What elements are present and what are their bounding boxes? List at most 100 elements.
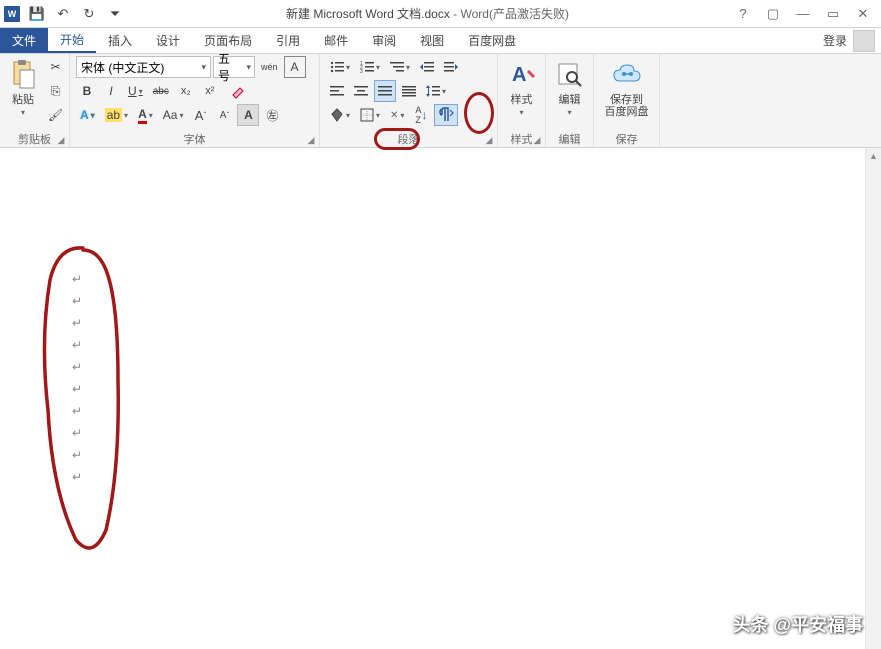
paragraph-mark: ↵	[72, 334, 82, 356]
styles-launcher[interactable]: ◢	[531, 134, 543, 146]
tab-baidu-netdisk[interactable]: 百度网盘	[456, 28, 528, 53]
font-size-combo[interactable]: 五号	[213, 56, 255, 78]
group-editing: 编辑 ▾ 编辑	[546, 54, 594, 147]
bold-button[interactable]: B	[76, 80, 98, 102]
clipboard-launcher[interactable]: ◢	[55, 134, 67, 146]
subscript-button[interactable]: x₂	[175, 80, 197, 102]
paste-button[interactable]: 粘贴 ▾	[6, 56, 40, 119]
paragraph-mark: ↵	[72, 400, 82, 422]
tab-design[interactable]: 设计	[144, 28, 192, 53]
align-center-button[interactable]	[350, 80, 372, 102]
show-hide-marks-button[interactable]	[434, 104, 458, 126]
paragraph-launcher[interactable]: ◢	[483, 134, 495, 146]
paragraph-mark: ↵	[72, 378, 82, 400]
save-button[interactable]: 💾	[26, 3, 48, 25]
paste-icon	[10, 58, 36, 92]
minimize-button[interactable]: —	[789, 3, 817, 25]
strikethrough-button[interactable]: abc	[149, 80, 173, 102]
borders-button[interactable]	[356, 104, 384, 126]
ribbon: 粘贴 ▾ ✂ ⎘ 🖌 剪贴板 ◢ 宋体 (中文正文) 五号 wén A	[0, 54, 881, 148]
tab-references[interactable]: 引用	[264, 28, 312, 53]
char-border-button[interactable]: A	[284, 56, 306, 78]
paragraph-mark: ↵	[72, 466, 82, 488]
find-icon	[556, 58, 584, 92]
account-login[interactable]: 登录	[813, 28, 881, 53]
underline-button[interactable]: U	[124, 80, 147, 102]
scroll-up-arrow-icon[interactable]: ▲	[866, 148, 881, 164]
styles-button[interactable]: A 样式 ▾	[504, 56, 540, 119]
group-paragraph: 123 ✕ AZ↓	[320, 54, 498, 147]
italic-button[interactable]: I	[100, 80, 122, 102]
increase-indent-button[interactable]	[440, 56, 462, 78]
app-name-suffix: - Word(产品激活失败)	[450, 7, 569, 21]
sort-button[interactable]: AZ↓	[410, 104, 432, 126]
enclose-char-button[interactable]: ㊧	[261, 104, 283, 126]
shading-button[interactable]	[326, 104, 354, 126]
font-color-button[interactable]: A	[134, 104, 157, 126]
line-spacing-button[interactable]	[422, 80, 450, 102]
tab-mailings[interactable]: 邮件	[312, 28, 360, 53]
editing-label: 编辑	[559, 94, 581, 106]
page-canvas[interactable]: ↵↵↵↵↵↵↵↵↵↵	[0, 148, 881, 649]
tab-insert[interactable]: 插入	[96, 28, 144, 53]
redo-button[interactable]: ↻	[78, 3, 100, 25]
quick-access-toolbar: 💾 ↶ ↻ ⏷	[26, 3, 126, 25]
cut-button[interactable]: ✂	[44, 56, 67, 78]
svg-text:3: 3	[360, 69, 363, 73]
group-save-label: 保存	[600, 131, 653, 147]
tab-review[interactable]: 审阅	[360, 28, 408, 53]
copy-button[interactable]: ⎘	[44, 80, 67, 102]
title-bar: W 💾 ↶ ↻ ⏷ 新建 Microsoft Word 文档.docx - Wo…	[0, 0, 881, 28]
group-font-label: 字体	[76, 131, 313, 147]
styles-label: 样式	[511, 94, 533, 106]
paste-label: 粘贴	[12, 94, 34, 106]
highlight-button[interactable]: ab	[101, 104, 132, 126]
user-avatar-icon	[853, 30, 875, 52]
align-left-button[interactable]	[326, 80, 348, 102]
ribbon-display-button[interactable]: ▢	[759, 3, 787, 25]
asian-layout-button[interactable]: ✕	[386, 104, 408, 126]
format-painter-button[interactable]: 🖌	[44, 104, 67, 126]
svg-text:A: A	[512, 64, 526, 86]
text-effects-button[interactable]: A	[76, 104, 99, 126]
decrease-indent-button[interactable]	[416, 56, 438, 78]
paragraph-mark: ↵	[72, 312, 82, 334]
group-clipboard: 粘贴 ▾ ✂ ⎘ 🖌 剪贴板 ◢	[0, 54, 70, 147]
paragraph-mark: ↵	[72, 290, 82, 312]
window-controls: ? ▢ — ▭ ✕	[729, 3, 881, 25]
group-styles: A 样式 ▾ 样式 ◢	[498, 54, 546, 147]
document-workspace: ↵↵↵↵↵↵↵↵↵↵ ▲ 头条 @平安福事	[0, 148, 881, 649]
phonetic-guide-button[interactable]: wén	[257, 56, 282, 78]
editing-button[interactable]: 编辑 ▾	[552, 56, 588, 119]
save-to-baidu-button[interactable]: 保存到 百度网盘	[601, 56, 653, 120]
numbering-button[interactable]: 123	[356, 56, 384, 78]
tab-home[interactable]: 开始	[48, 28, 96, 53]
char-shading-button[interactable]: A	[237, 104, 259, 126]
tab-view[interactable]: 视图	[408, 28, 456, 53]
shrink-font-button[interactable]: Aˇ	[213, 104, 235, 126]
bullets-button[interactable]	[326, 56, 354, 78]
vertical-scrollbar[interactable]: ▲	[865, 148, 881, 649]
watermark-text: 头条 @平安福事	[732, 611, 863, 637]
save-baidu-label: 保存到 百度网盘	[605, 94, 649, 118]
restore-button[interactable]: ▭	[819, 3, 847, 25]
multilevel-list-button[interactable]	[386, 56, 414, 78]
close-button[interactable]: ✕	[849, 3, 877, 25]
align-distributed-button[interactable]	[398, 80, 420, 102]
tab-file[interactable]: 文件	[0, 28, 48, 53]
grow-font-button[interactable]: Aˆ	[189, 104, 211, 126]
group-font: 宋体 (中文正文) 五号 wén A B I U abc x₂ x²	[70, 54, 320, 147]
font-launcher[interactable]: ◢	[305, 134, 317, 146]
group-paragraph-label: 段落	[326, 131, 491, 147]
window-title: 新建 Microsoft Word 文档.docx - Word(产品激活失败)	[126, 5, 729, 22]
align-justify-button[interactable]	[374, 80, 396, 102]
font-name-combo[interactable]: 宋体 (中文正文)	[76, 56, 211, 78]
change-case-button[interactable]: Aa	[159, 104, 188, 126]
paragraph-mark: ↵	[72, 444, 82, 466]
word-app-icon: W	[4, 6, 20, 22]
help-button[interactable]: ?	[729, 3, 757, 25]
customize-qat-button[interactable]: ⏷	[104, 3, 126, 25]
undo-button[interactable]: ↶	[52, 3, 74, 25]
paragraph-mark: ↵	[72, 422, 82, 444]
paragraph-mark: ↵	[72, 268, 82, 290]
